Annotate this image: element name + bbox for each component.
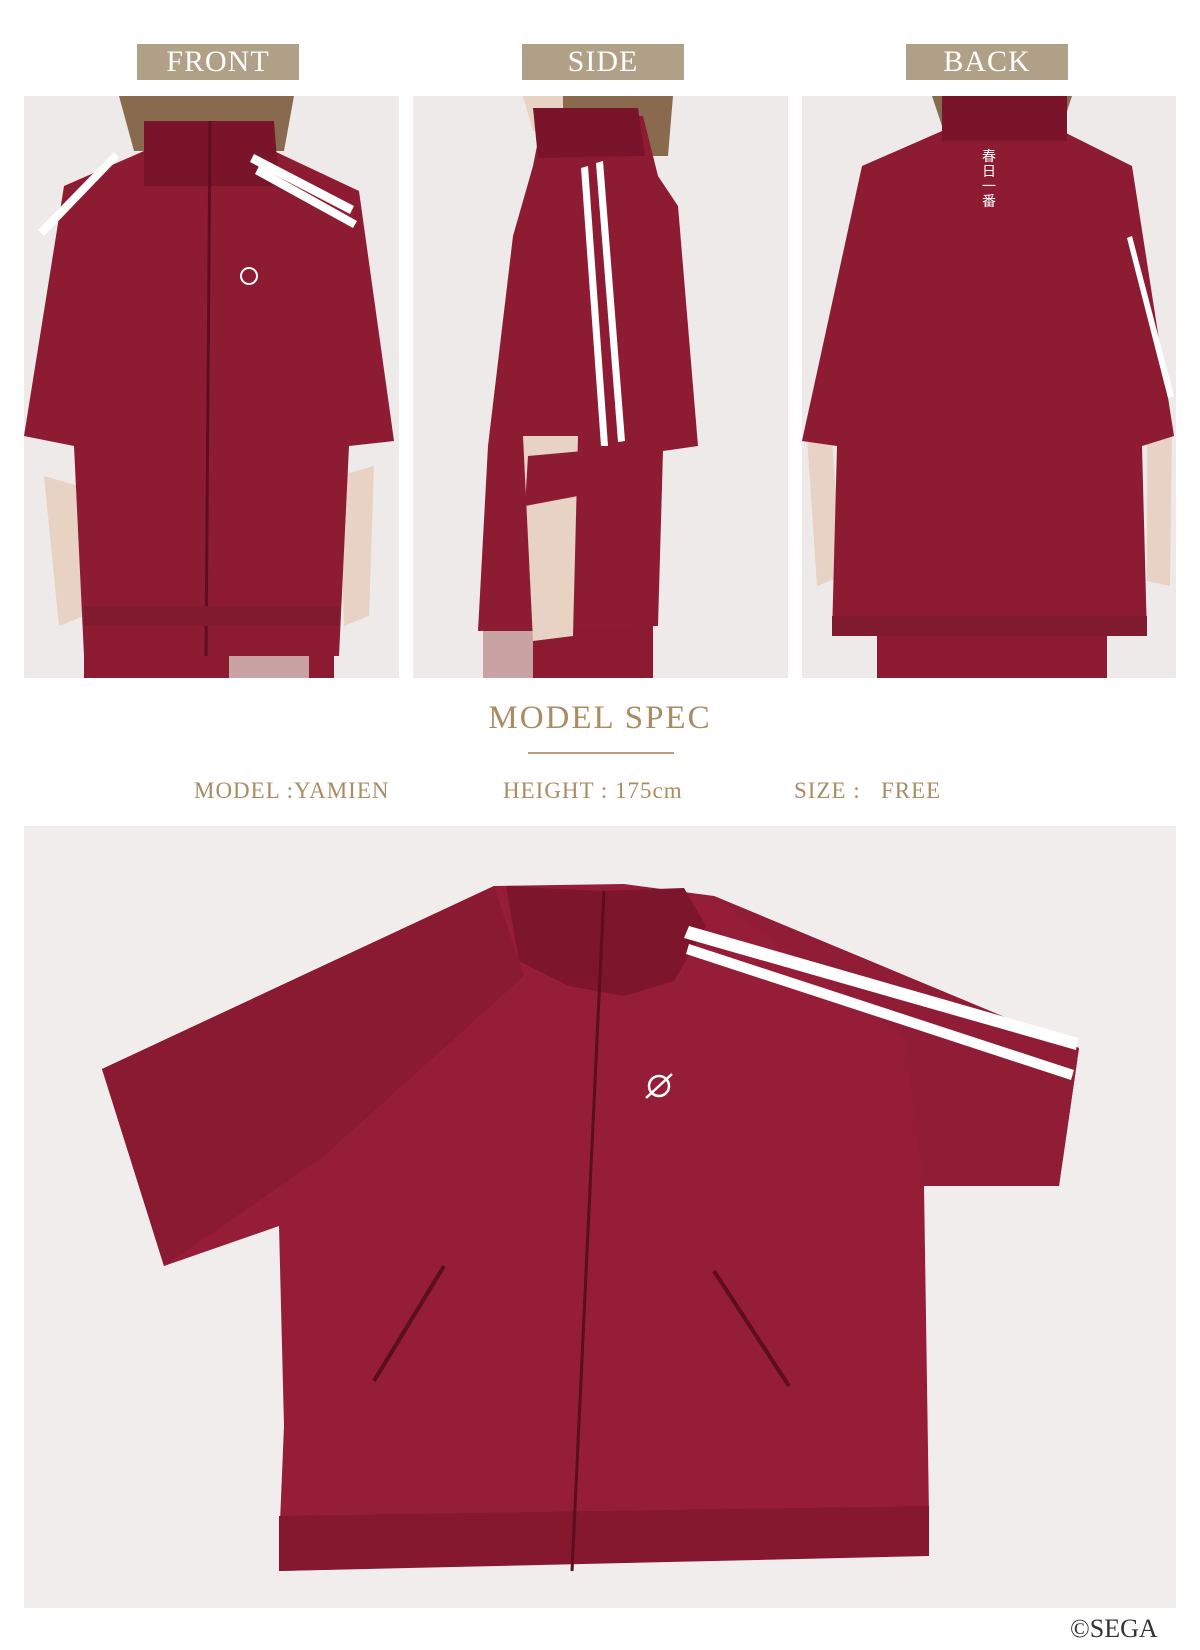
model-spec-size: SIZE : FREE (794, 778, 942, 803)
model-spec-height: HEIGHT : 175cm (503, 778, 683, 803)
back-embroidery: 春日一番 (982, 149, 996, 210)
model-spec-divider (528, 752, 674, 754)
front-view-photo (24, 96, 399, 678)
front-view-label: FRONT (137, 44, 299, 80)
side-view-photo (413, 96, 788, 678)
back-view-label: BACK (906, 44, 1068, 80)
model-spec-title: MODEL SPEC (488, 700, 712, 736)
model-spec-model: MODEL :YAMIEN (194, 778, 390, 803)
side-view-label: SIDE (522, 44, 684, 80)
back-view-photo: 春日一番 (802, 96, 1176, 678)
copyright-notice: ©SEGA (1070, 1614, 1158, 1643)
product-flat-lay-photo (24, 826, 1176, 1608)
